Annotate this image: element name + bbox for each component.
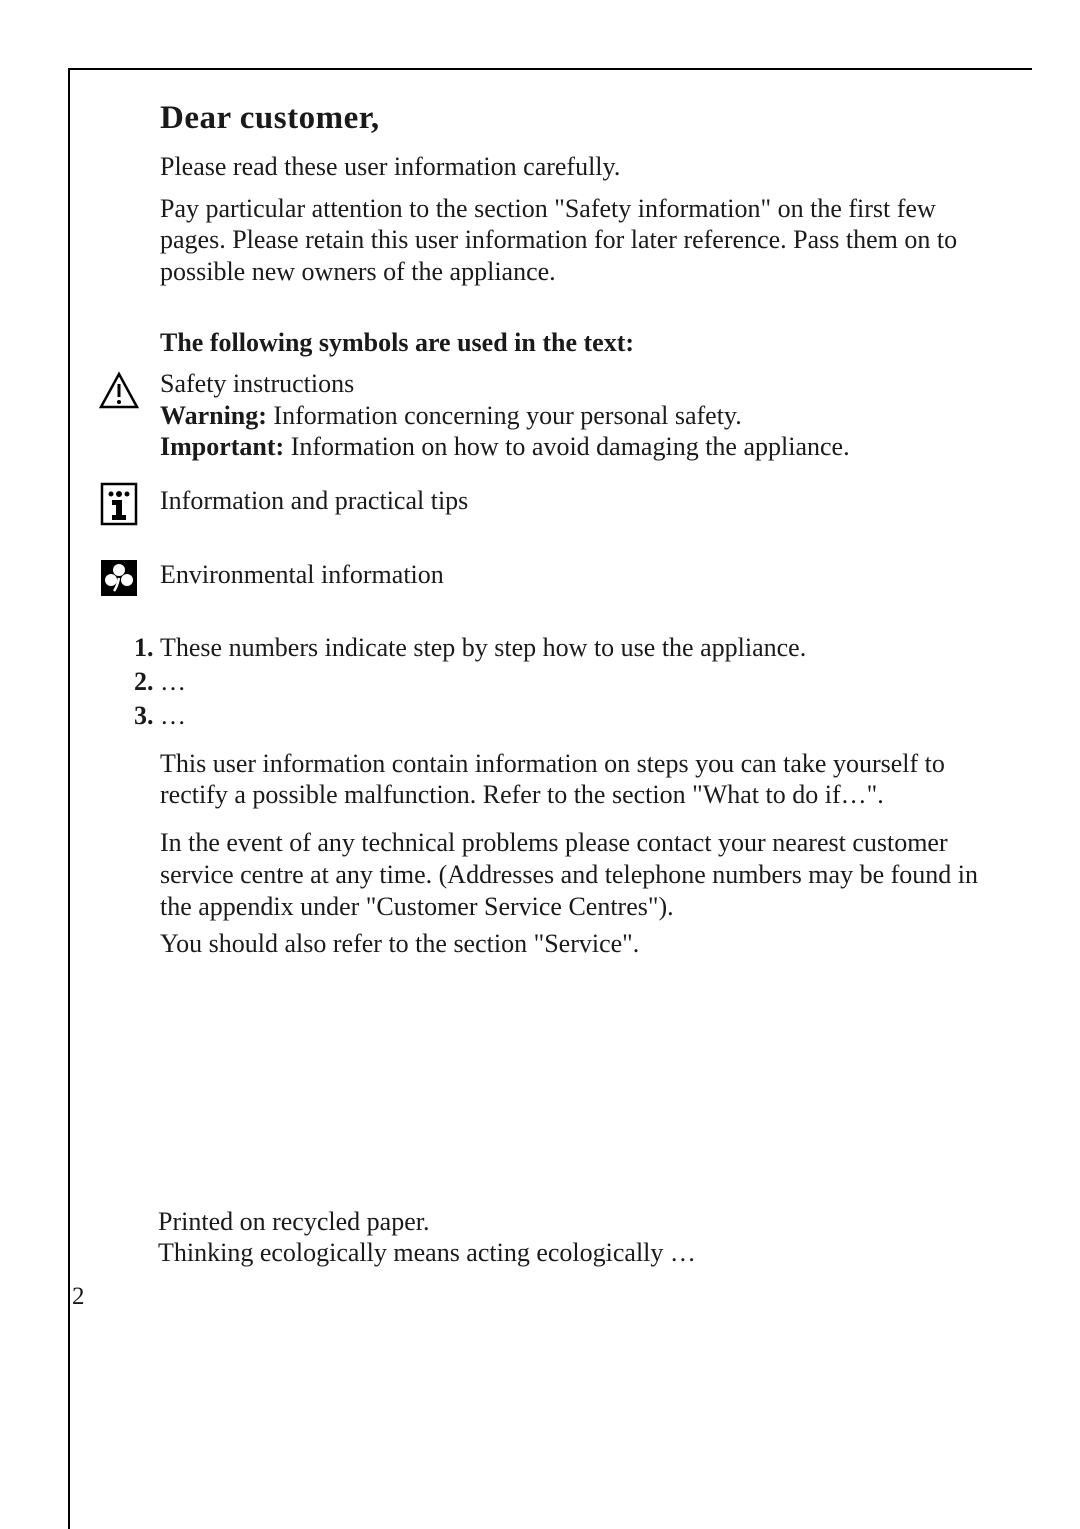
clover-box-icon (98, 557, 140, 599)
step-3-text: … (160, 700, 992, 732)
safety-title: Safety instructions (160, 368, 992, 400)
service-reference-paragraph: You should also refer to the section "Se… (160, 928, 992, 960)
warning-line: Warning: Information concerning your per… (160, 400, 992, 432)
safety-block: Safety instructions Warning: Information… (160, 368, 992, 463)
warning-triangle-icon (98, 370, 140, 412)
step-2-number: 2. (134, 666, 160, 698)
info-block: Information and practical tips (160, 485, 992, 517)
page-frame: Dear customer, Please read these user in… (68, 68, 1032, 1529)
footer-line-2: Thinking ecologically means acting ecolo… (158, 1237, 696, 1269)
symbols-subheading: The following symbols are used in the te… (160, 328, 992, 358)
warning-label: Warning: (160, 401, 267, 430)
step-2-text: … (160, 666, 992, 698)
intro-paragraph-2: Pay particular attention to the section … (160, 193, 992, 288)
step-1-number: 1. (134, 632, 160, 664)
step-3-number: 3. (134, 700, 160, 732)
step-1: 1. These numbers indicate step by step h… (134, 632, 992, 664)
environmental-block: Environmental information (160, 559, 992, 591)
step-2: 2. … (134, 666, 992, 698)
page-heading: Dear customer, (160, 100, 992, 137)
important-text: Information on how to avoid damaging the… (284, 432, 849, 461)
info-box-icon (98, 483, 140, 525)
intro-paragraph-1: Please read these user information caref… (160, 151, 992, 183)
environmental-text: Environmental information (160, 559, 992, 591)
important-label: Important: (160, 432, 284, 461)
info-tips-text: Information and practical tips (160, 485, 992, 517)
step-1-text: These numbers indicate step by step how … (160, 632, 992, 664)
numbered-steps: 1. These numbers indicate step by step h… (134, 632, 992, 959)
service-centre-paragraph: In the event of any technical problems p… (160, 827, 992, 922)
malfunction-paragraph: This user information contain informatio… (160, 748, 992, 811)
page-number: 2 (72, 1283, 85, 1311)
warning-text: Information concerning your personal saf… (267, 401, 742, 430)
important-line: Important: Information on how to avoid d… (160, 431, 992, 463)
step-3: 3. … (134, 700, 992, 732)
footer-text: Printed on recycled paper. Thinking ecol… (158, 1206, 696, 1269)
page-content: Dear customer, Please read these user in… (70, 70, 1032, 990)
footer-line-1: Printed on recycled paper. (158, 1206, 696, 1238)
